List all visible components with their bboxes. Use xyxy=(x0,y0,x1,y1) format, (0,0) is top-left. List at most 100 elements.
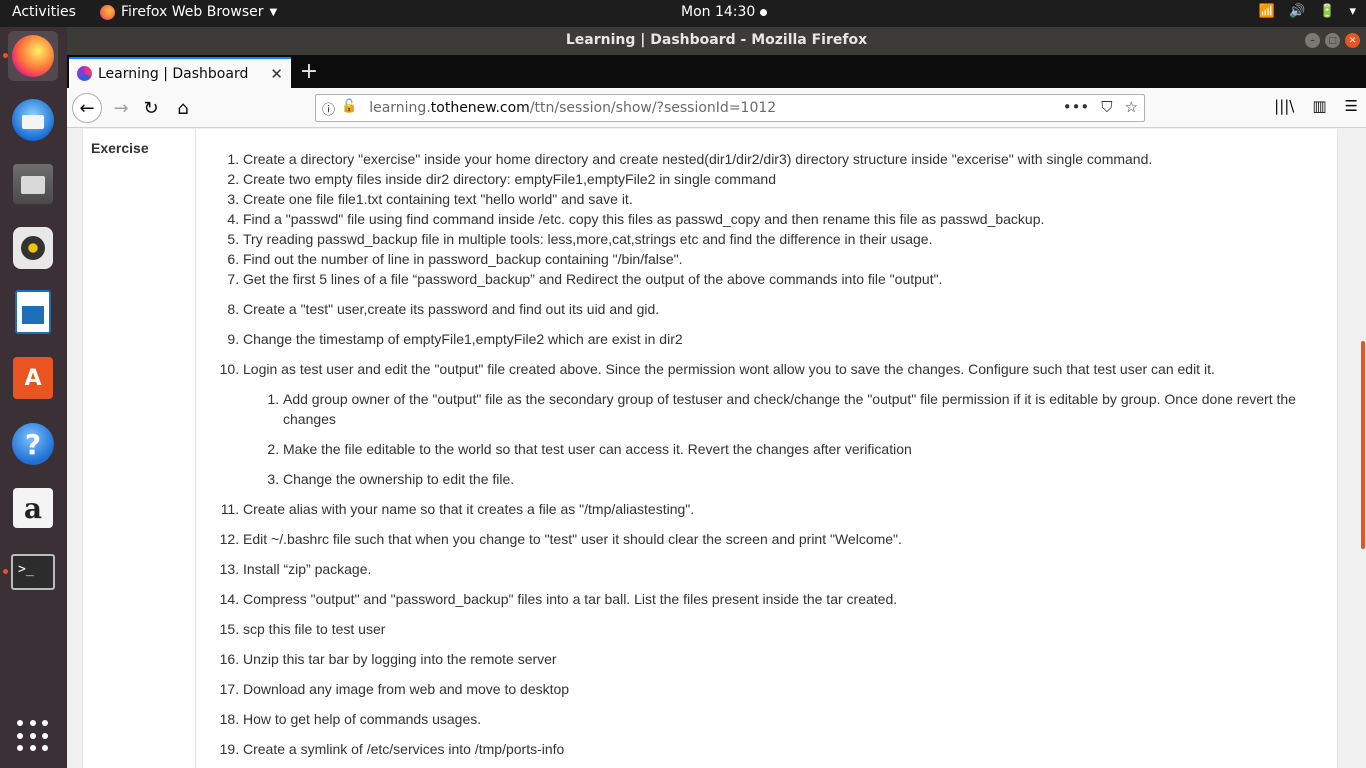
thunderbird-icon xyxy=(12,99,54,141)
wifi-icon: 📶 xyxy=(1258,4,1276,19)
tab-title: Learning | Dashboard xyxy=(98,65,249,82)
dock-rhythmbox[interactable] xyxy=(8,223,58,273)
files-icon xyxy=(13,164,53,204)
dock-terminal[interactable]: >_ xyxy=(3,547,58,597)
terminal-icon: >_ xyxy=(11,554,55,590)
list-item: Find a "passwd" file using find command … xyxy=(243,209,1323,229)
exercise-list: Create a directory "exercise" inside you… xyxy=(243,149,1323,768)
sub-list-item: Change the ownership to edit the file. xyxy=(283,469,1323,489)
sub-list-item: Add group owner of the "output" file as … xyxy=(283,389,1323,429)
list-item: Compress "output" and "password_backup" … xyxy=(243,589,1323,609)
list-item: How to get help of commands usages. xyxy=(243,709,1323,729)
firefox-icon xyxy=(12,35,54,77)
site-info[interactable]: ⓘ 🔓 xyxy=(322,99,357,118)
library-icon[interactable]: |||\ xyxy=(1274,97,1294,115)
toolbar-right: |||\ ▥ ☰ xyxy=(1274,97,1358,115)
running-indicator xyxy=(3,53,8,58)
dock-writer[interactable] xyxy=(8,287,58,337)
help-icon: ? xyxy=(12,423,54,465)
tab-bar: Learning | Dashboard ✕ + xyxy=(67,55,1366,88)
maximize-button[interactable]: □ xyxy=(1325,33,1340,48)
dock-files[interactable] xyxy=(8,159,58,209)
dock-software[interactable]: A xyxy=(8,353,58,403)
software-store-icon: A xyxy=(13,357,53,399)
window-title: Learning | Dashboard - Mozilla Firefox xyxy=(565,32,868,48)
nav-bar: ← → ↻ ⌂ ⓘ 🔓 learning. tothenew.com/ttn/se… xyxy=(67,88,1366,128)
back-button[interactable]: ← xyxy=(72,93,102,123)
dock: A ? a >_ xyxy=(0,27,67,768)
system-tray[interactable]: 📶 🔊 🔋 ▾ xyxy=(1259,4,1356,19)
app-menu[interactable]: Firefox Web Browser ▼ xyxy=(100,4,277,20)
list-item: Download any image from web and move to … xyxy=(243,679,1323,699)
app-grid-icon xyxy=(17,720,49,752)
volume-icon: 🔊 xyxy=(1289,4,1306,19)
list-item: Find out the number of line in password_… xyxy=(243,249,1323,269)
close-tab-icon[interactable]: ✕ xyxy=(270,65,283,83)
clock[interactable]: Mon 14:30 xyxy=(681,4,768,20)
pocket-icon[interactable]: ⛉ xyxy=(1101,98,1112,116)
dock-thunderbird[interactable] xyxy=(8,95,58,145)
sub-list-item: Make the file editable to the world so t… xyxy=(283,439,1323,459)
window-controls: – □ ✕ xyxy=(1305,33,1360,48)
column-divider xyxy=(195,129,196,768)
bookmark-star-icon[interactable]: ☆ xyxy=(1125,98,1138,116)
list-item: Create two empty files inside dir2 direc… xyxy=(243,169,1323,189)
clock-label: Mon 14:30 xyxy=(681,4,756,20)
dock-show-apps[interactable] xyxy=(8,711,58,761)
sidebar-icon[interactable]: ▥ xyxy=(1312,97,1326,115)
content-panel: Exercise Create a directory "exercise" i… xyxy=(82,129,1338,768)
activities-button[interactable]: Activities xyxy=(12,4,76,20)
top-bar: Activities Firefox Web Browser ▼ Mon 14:… xyxy=(0,0,1366,27)
list-item: Try reading passwd_backup file in multip… xyxy=(243,229,1323,249)
page-viewport: Exercise Create a directory "exercise" i… xyxy=(67,129,1366,768)
insecure-lock-icon: 🔓 xyxy=(341,98,358,114)
list-item: Login as test user and edit the "output"… xyxy=(243,359,1323,489)
battery-icon: 🔋 xyxy=(1319,4,1336,19)
info-icon: ⓘ xyxy=(322,102,336,118)
rhythmbox-icon xyxy=(13,227,53,269)
url-bar[interactable]: ⓘ 🔓 learning. tothenew.com/ttn/session/sh… xyxy=(315,94,1145,122)
list-item: Edit ~/.bashrc file such that when you c… xyxy=(243,529,1323,549)
forward-button[interactable]: → xyxy=(107,94,135,122)
list-item: Create one file file1.txt containing tex… xyxy=(243,189,1323,209)
writer-icon xyxy=(15,290,51,334)
url-actions: ••• ⛉ ☆ xyxy=(1063,98,1138,116)
amazon-icon: a xyxy=(13,488,53,528)
list-item: scp this file to test user xyxy=(243,619,1323,639)
page-scrollbar[interactable] xyxy=(1360,129,1366,768)
firefox-icon xyxy=(100,4,115,20)
favicon-icon xyxy=(77,66,92,81)
list-item: Create a "test" user,create its password… xyxy=(243,299,1323,319)
list-item: Change the timestamp of emptyFile1,empty… xyxy=(243,329,1323,349)
list-item: Unzip this tar bar by logging into the r… xyxy=(243,649,1323,669)
minimize-button[interactable]: – xyxy=(1305,33,1320,48)
reload-button[interactable]: ↻ xyxy=(137,94,165,122)
section-label: Exercise xyxy=(91,140,149,156)
chevron-down-icon: ▾ xyxy=(1349,4,1356,19)
menu-icon[interactable]: ☰ xyxy=(1345,97,1358,115)
page-actions-icon[interactable]: ••• xyxy=(1063,98,1090,116)
list-item: Create alias with your name so that it c… xyxy=(243,499,1323,519)
list-item: Create a symlink of /etc/services into /… xyxy=(243,739,1323,759)
list-item: Create a directory "exercise" inside you… xyxy=(243,149,1323,169)
scrollbar-thumb[interactable] xyxy=(1361,341,1365,549)
tab-learning-dashboard[interactable]: Learning | Dashboard ✕ xyxy=(69,57,291,88)
chevron-down-icon: ▼ xyxy=(269,6,278,18)
dock-amazon[interactable]: a xyxy=(8,483,58,533)
sub-exercise-list: Add group owner of the "output" file as … xyxy=(283,389,1323,489)
url-prefix: learning. xyxy=(369,100,431,116)
notification-dot-icon xyxy=(760,8,768,16)
new-tab-button[interactable]: + xyxy=(297,59,321,84)
app-menu-label: Firefox Web Browser xyxy=(121,4,264,20)
list-item-text: Login as test user and edit the "output"… xyxy=(243,361,1215,377)
url-host: tothenew.com xyxy=(430,100,530,116)
dock-firefox[interactable] xyxy=(3,31,58,81)
list-item: Get the first 5 lines of a file “passwor… xyxy=(243,269,1323,289)
url-path: /ttn/session/show/?sessionId=1012 xyxy=(529,100,777,116)
close-window-button[interactable]: ✕ xyxy=(1345,33,1360,48)
running-indicator xyxy=(3,569,8,574)
home-button[interactable]: ⌂ xyxy=(169,94,197,122)
dock-help[interactable]: ? xyxy=(8,419,58,469)
window-titlebar[interactable]: Learning | Dashboard - Mozilla Firefox –… xyxy=(67,27,1366,55)
list-item: Install “zip” package. xyxy=(243,559,1323,579)
